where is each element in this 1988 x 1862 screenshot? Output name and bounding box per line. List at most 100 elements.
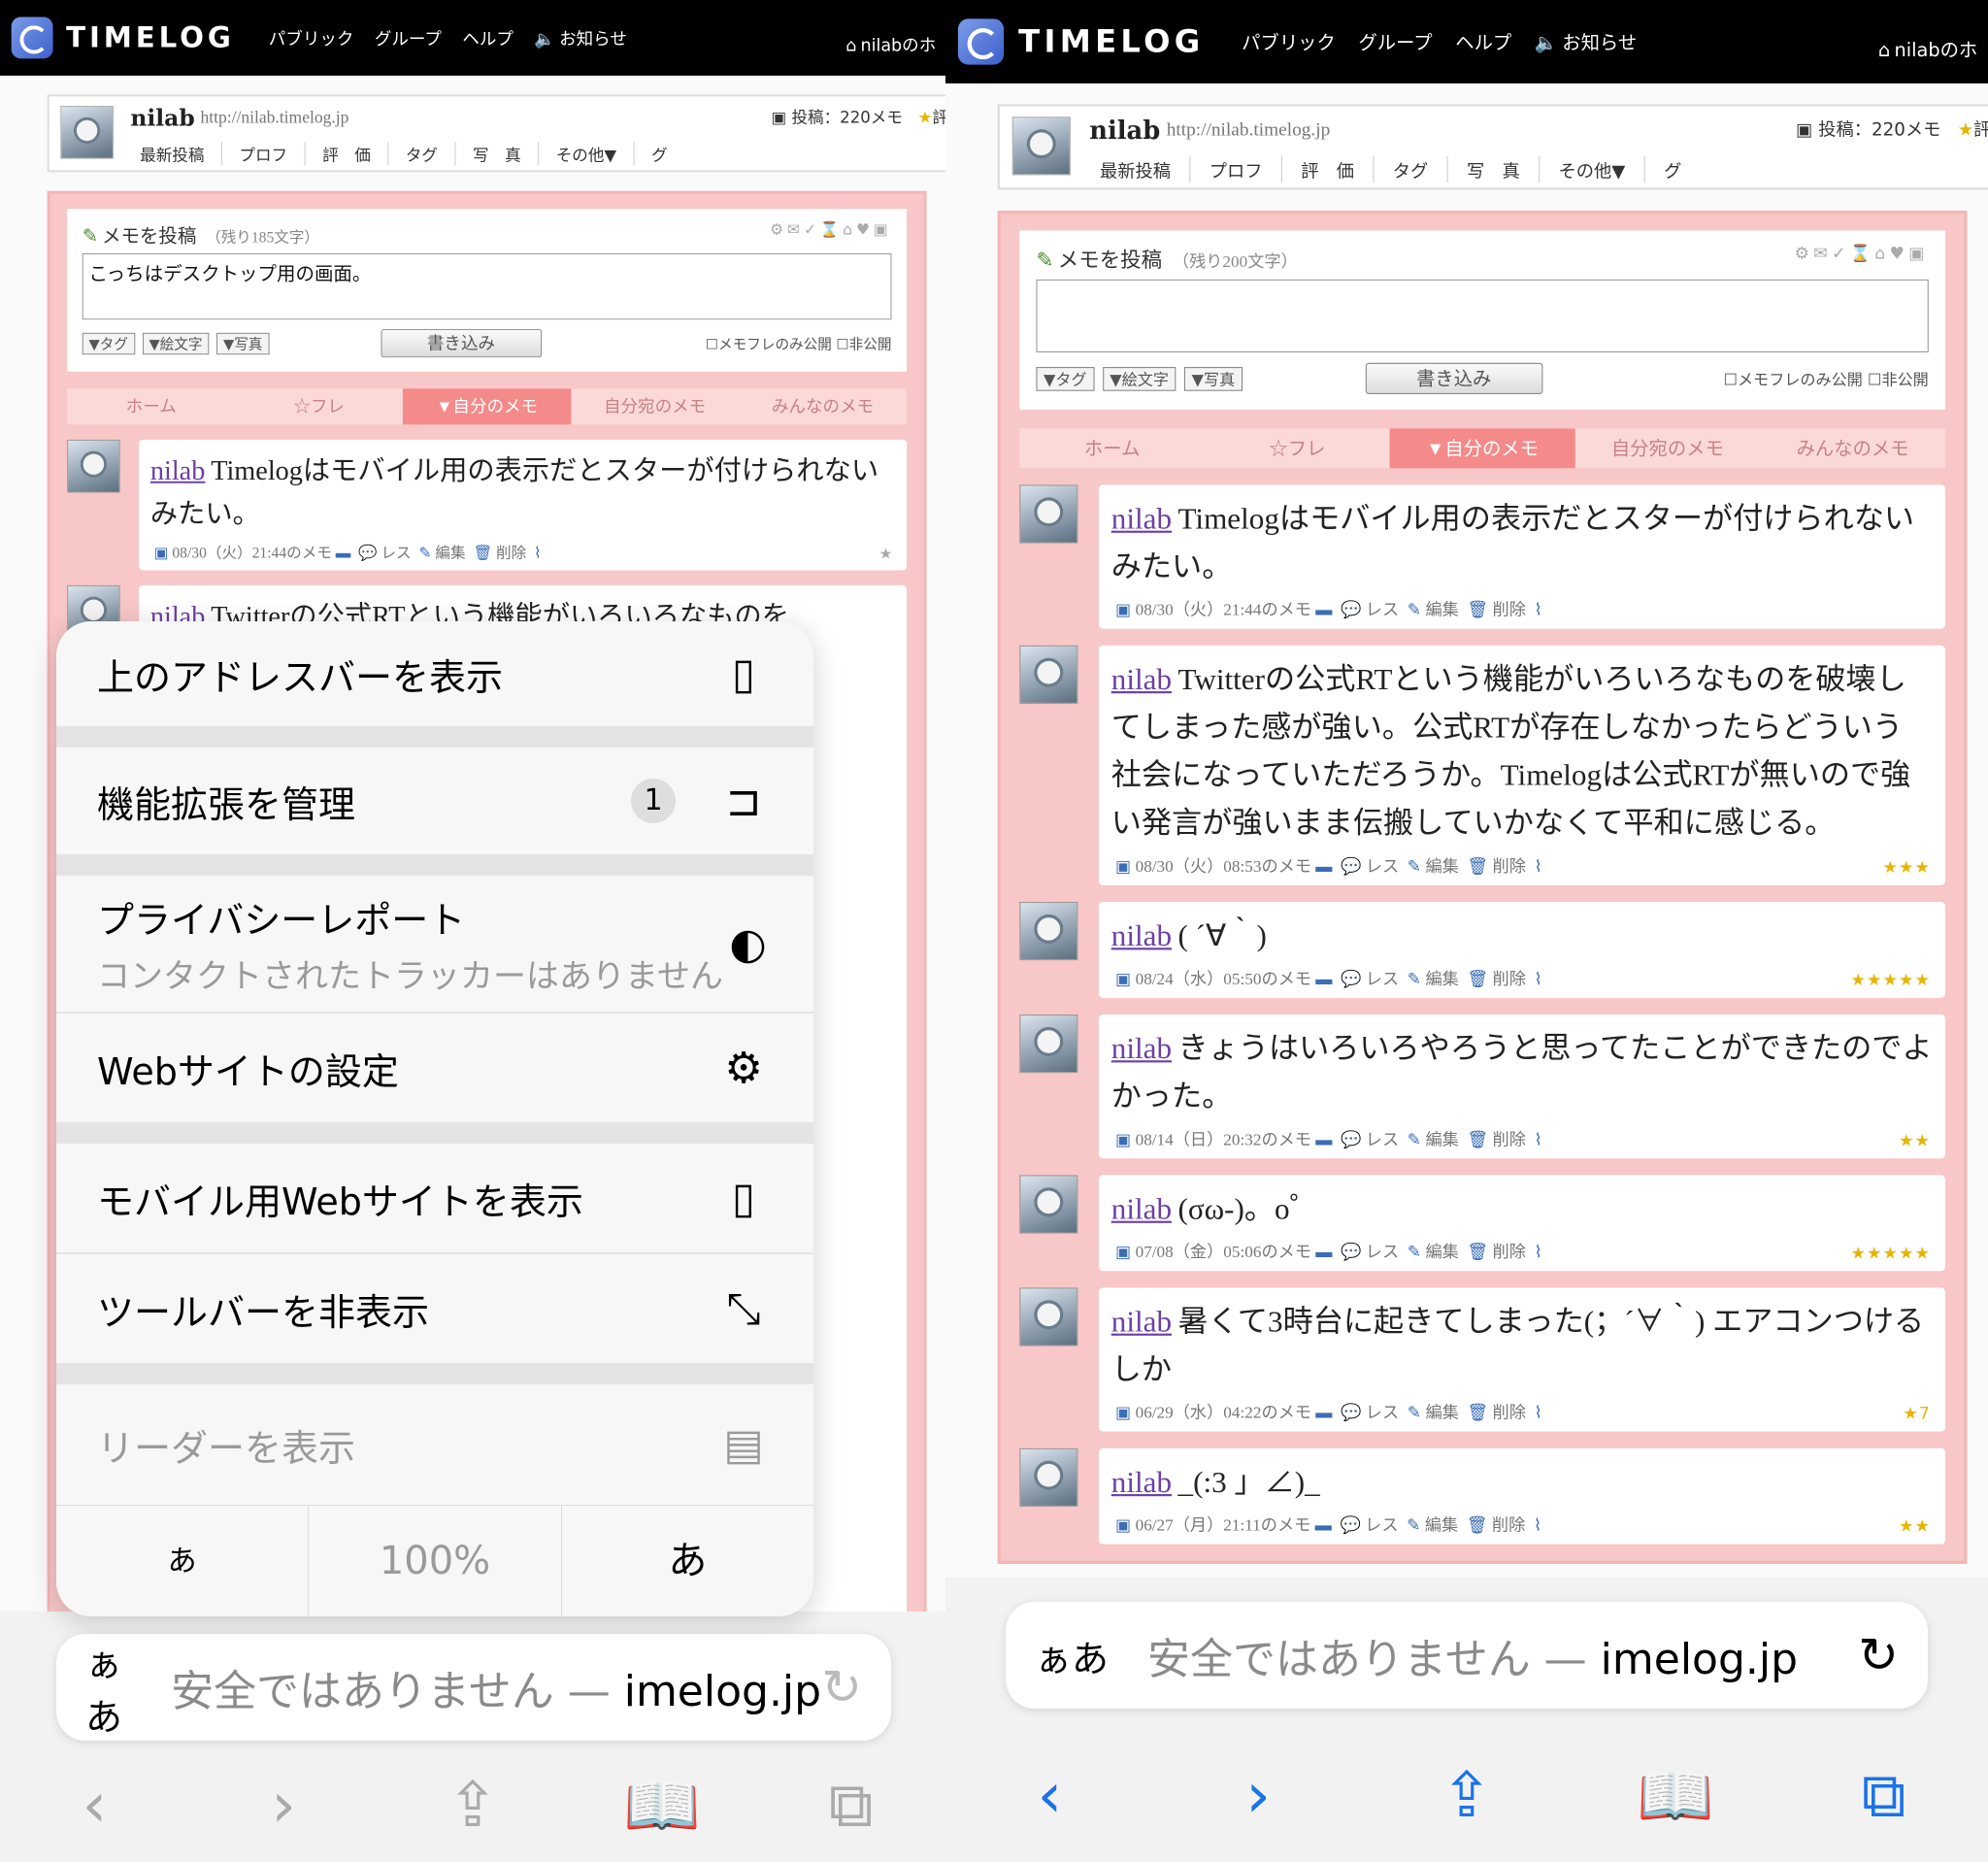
entry-user-link[interactable]: nilab — [1111, 1193, 1172, 1226]
edit-link[interactable]: 編集 — [435, 546, 465, 562]
nav-help[interactable]: ヘルプ — [1455, 28, 1511, 55]
tab-rating[interactable]: 評 価 — [304, 142, 388, 166]
zoom-in-button[interactable]: あ — [560, 1506, 813, 1616]
feed-tab-friends[interactable]: ☆フレ — [1205, 428, 1390, 468]
entry-user-link[interactable]: nilab — [1111, 663, 1172, 696]
clip-icon[interactable]: ⌇ — [534, 546, 542, 562]
home-link[interactable]: ⌂ nilabのホ — [1878, 36, 1977, 63]
timelog-logo-icon[interactable] — [11, 17, 53, 59]
memofriend-only-checkbox[interactable]: ☐メモフレのみ公開 — [1724, 370, 1863, 388]
menu-website-settings[interactable]: Webサイトの設定 ⚙ — [56, 1014, 813, 1122]
feed-tab-everyone[interactable]: みんなのメモ — [739, 388, 907, 424]
nav-public[interactable]: パブリック — [269, 25, 354, 50]
edit-link[interactable]: 編集 — [1425, 1244, 1458, 1261]
nav-group[interactable]: グループ — [1358, 28, 1432, 55]
feed-tab-everyone[interactable]: みんなのメモ — [1760, 428, 1945, 468]
post-tool-icons[interactable]: ⚙✉✓⌛⌂♥▣ — [770, 220, 891, 239]
nav-group[interactable]: グループ — [375, 25, 442, 50]
tab-latest[interactable]: 最新投稿 — [130, 142, 221, 165]
feed-tab-to-me[interactable]: 自分宛のメモ — [1574, 428, 1760, 468]
clip-icon[interactable]: ⌇ — [1535, 602, 1542, 619]
tab-rating[interactable]: 評 価 — [1280, 156, 1374, 183]
feed-tab-mine[interactable]: ▼自分のメモ — [1389, 428, 1575, 469]
profile-url[interactable]: http://nilab.timelog.jp — [1167, 118, 1331, 141]
tab-group[interactable]: グ — [1643, 156, 1701, 183]
delete-link[interactable]: 削除 — [1493, 602, 1526, 619]
reply-link[interactable]: レス — [1365, 1517, 1398, 1535]
back-icon[interactable]: ‹ — [1006, 1760, 1093, 1832]
delete-link[interactable]: 削除 — [496, 546, 526, 562]
zoom-out-button[interactable]: あ — [56, 1506, 308, 1616]
nav-public[interactable]: パブリック — [1242, 28, 1336, 55]
reply-link[interactable]: レス — [1366, 1244, 1399, 1261]
entry-date[interactable]: 08/14（日）20:32のメモ — [1136, 1131, 1311, 1148]
tab-profile[interactable]: プロフ — [220, 142, 305, 166]
feed-tab-home[interactable]: ホーム — [67, 388, 235, 424]
tab-photo[interactable]: 写 真 — [454, 142, 538, 166]
entry-avatar[interactable] — [1019, 484, 1078, 544]
entry-user-link[interactable]: nilab — [1111, 503, 1172, 536]
private-checkbox[interactable]: ☐非公開 — [1868, 370, 1929, 388]
profile-name[interactable]: nilab — [130, 104, 194, 131]
logo-text[interactable]: TIMELOG — [1018, 23, 1204, 60]
emoji-button[interactable]: ▼絵文字 — [1102, 366, 1176, 391]
delete-link[interactable]: 削除 — [1493, 1131, 1526, 1148]
entry-date[interactable]: 08/30（火）21:44のメモ — [172, 546, 332, 562]
post-options[interactable]: ☐メモフレのみ公開 ☐非公開 — [1724, 368, 1929, 390]
tab-photo[interactable]: 写 真 — [1446, 156, 1540, 183]
bookmarks-icon[interactable]: 📖 — [618, 1770, 706, 1843]
edit-link[interactable]: 編集 — [1425, 1517, 1458, 1535]
photo-button[interactable]: ▼写真 — [216, 332, 270, 354]
clip-icon[interactable]: ⌇ — [1535, 1244, 1542, 1261]
entry-date[interactable]: 07/08（金）05:06のメモ — [1136, 1244, 1311, 1261]
logo-text[interactable]: TIMELOG — [66, 21, 235, 54]
clip-icon[interactable]: ⌇ — [1535, 858, 1542, 876]
tab-other[interactable]: その他▼ — [538, 142, 633, 166]
tabs-icon[interactable]: ⧉ — [808, 1770, 895, 1842]
tag-button[interactable]: ▼タグ — [1036, 366, 1095, 391]
url-text[interactable]: 安全ではありません — imelog.jp — [171, 1656, 821, 1718]
entry-date[interactable]: 08/24（水）05:50のメモ — [1136, 971, 1311, 988]
menu-manage-extensions[interactable]: 機能拡張を管理 1 ⊐ — [56, 748, 813, 854]
avatar[interactable] — [60, 106, 114, 159]
entry-avatar[interactable] — [1019, 1175, 1078, 1234]
edit-link[interactable]: 編集 — [1425, 971, 1458, 988]
zoom-level[interactable]: 100% — [308, 1506, 560, 1616]
menu-privacy-report[interactable]: プライバシーレポート コンタクトされたトラッカーはありません ◐ — [56, 876, 813, 1012]
emoji-button[interactable]: ▼絵文字 — [142, 332, 210, 354]
entry-avatar[interactable] — [1019, 1287, 1078, 1347]
share-icon[interactable]: ⇪ — [1423, 1760, 1510, 1832]
memo-textarea[interactable] — [1036, 279, 1929, 353]
tab-tag[interactable]: タグ — [387, 142, 454, 166]
private-checkbox[interactable]: ☐非公開 — [837, 335, 892, 352]
menu-mobile-website[interactable]: モバイル用Webサイトを表示 ▯ — [56, 1144, 813, 1252]
forward-icon[interactable]: › — [1214, 1760, 1302, 1832]
reply-link[interactable]: レス — [1366, 1131, 1399, 1148]
back-icon[interactable]: ‹ — [50, 1770, 138, 1842]
write-button[interactable]: 書き込み — [1365, 362, 1543, 394]
entry-date[interactable]: 08/30（火）08:53のメモ — [1136, 858, 1311, 876]
menu-show-reader[interactable]: リーダーを表示 ▤ — [56, 1384, 813, 1505]
page-settings-button[interactable]: ぁあ — [1035, 1629, 1109, 1682]
feed-tab-mine[interactable]: ▼自分のメモ — [403, 388, 572, 425]
star-button-icon[interactable]: ★ — [878, 545, 893, 563]
tab-profile[interactable]: プロフ — [1189, 156, 1281, 183]
entry-user-link[interactable]: nilab — [1111, 1466, 1172, 1499]
page-settings-button[interactable]: ぁあ — [85, 1634, 132, 1741]
avatar[interactable] — [1011, 116, 1071, 176]
star-rating[interactable]: ★★★ — [1882, 857, 1930, 877]
entry-avatar[interactable] — [1019, 1447, 1078, 1507]
home-link[interactable]: ⌂ nilabのホ — [845, 32, 936, 56]
nav-news[interactable]: 🔈 お知らせ — [1535, 28, 1637, 55]
star-rating[interactable]: ★★ — [1899, 1516, 1931, 1536]
entry-user-link[interactable]: nilab — [150, 455, 205, 485]
edit-link[interactable]: 編集 — [1425, 1131, 1458, 1148]
tab-tag[interactable]: タグ — [1373, 156, 1446, 183]
delete-link[interactable]: 削除 — [1493, 1405, 1526, 1422]
reply-link[interactable]: レス — [381, 546, 411, 562]
address-bar[interactable]: ぁあ 安全ではありません — imelog.jp ↻ — [1006, 1602, 1928, 1709]
entry-user-link[interactable]: nilab — [1111, 1306, 1172, 1339]
share-icon[interactable]: ⇪ — [429, 1770, 516, 1842]
star-rating[interactable]: ★7 — [1903, 1404, 1930, 1423]
feed-tab-to-me[interactable]: 自分宛のメモ — [571, 388, 739, 424]
